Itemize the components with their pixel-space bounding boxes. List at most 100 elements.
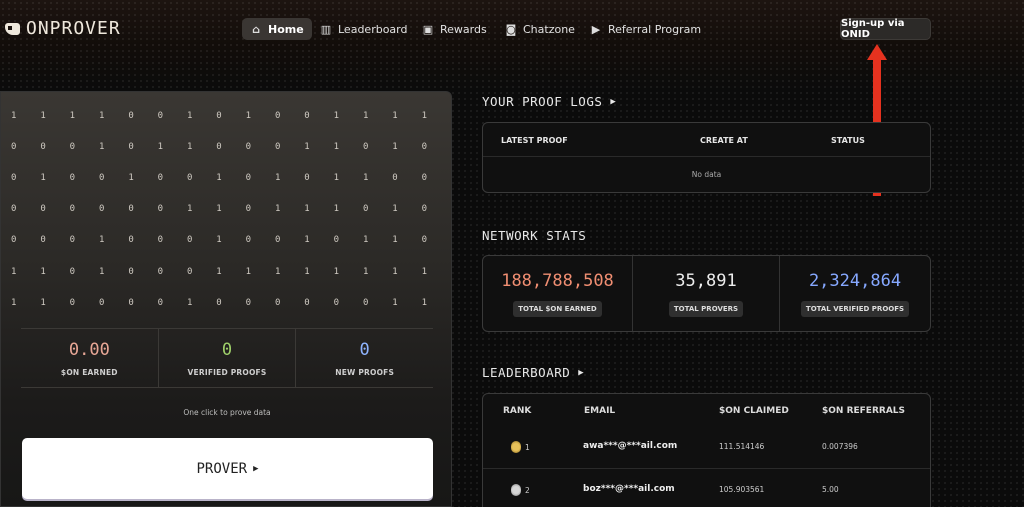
binary-digit: 1: [392, 110, 398, 121]
binary-digit: 0: [69, 235, 76, 246]
binary-grid: 1111001010011110001011000110100100100101…: [11, 100, 451, 318]
logo-text: ONPROVER: [26, 18, 121, 39]
prover-stats: 0.00 $ON EARNED 0 VERIFIED PROOFS 0 NEW …: [21, 328, 433, 388]
prover-hint: One click to prove data: [183, 408, 271, 417]
nav-item-leaderboard[interactable]: ▥ Leaderboard: [312, 18, 415, 40]
binary-digit: 0: [128, 204, 134, 215]
binary-digit: 0: [186, 266, 193, 277]
stat-value: 0.00: [68, 339, 110, 360]
rank-number: 1: [525, 442, 530, 452]
chat-icon: ◙: [505, 22, 517, 36]
prover-button[interactable]: PROVER ▶: [22, 438, 433, 499]
binary-digit: 1: [98, 266, 105, 277]
nav-item-label: Rewards: [440, 22, 487, 36]
binary-digit: 1: [392, 204, 398, 215]
nav-item-referral-program[interactable]: ▶ Referral Program: [582, 18, 709, 40]
binary-digit: 0: [245, 235, 252, 246]
binary-digit: 1: [216, 235, 222, 246]
binary-digit: 1: [333, 172, 340, 183]
binary-digit: 0: [69, 141, 76, 152]
stat-label: NEW PROOFS: [335, 367, 395, 377]
binary-digit: 1: [245, 110, 252, 121]
stat-label: $ON EARNED: [60, 367, 118, 377]
proof-logs-table: LATEST PROOF CREATE AT STATUS No data: [482, 122, 931, 193]
logo-icon: [5, 22, 20, 35]
stat-value: 35,891: [675, 270, 737, 291]
referrals-cell: 5.00: [822, 485, 839, 494]
network-stats-panel: 188,788,508 TOTAL $ON EARNED 35,891 TOTA…: [482, 255, 931, 332]
stat-value: 0: [221, 339, 233, 360]
logo[interactable]: ONPROVER: [5, 18, 121, 39]
leaderboard-title[interactable]: LEADERBOARD ▶: [482, 365, 584, 380]
binary-digit: 0: [333, 297, 340, 308]
nav-item-label: Referral Program: [608, 22, 702, 36]
binary-digit: 0: [98, 297, 105, 308]
binary-digit: 0: [11, 172, 17, 183]
binary-digit: 1: [304, 204, 310, 215]
table-row[interactable]: 1 awa***@***ail.com 111.514146 0.007396: [483, 428, 930, 468]
binary-digit: 0: [157, 110, 164, 121]
stat-verified-proofs: 0 VERIFIED PROOFS: [157, 329, 296, 387]
nav-item-home[interactable]: ⌂ Home: [242, 18, 312, 40]
binary-digit: 0: [245, 297, 252, 308]
binary-digit: 1: [362, 266, 369, 277]
binary-row: 0 0 0 0 0 0 1 1 0 1 1 1 0 1 0: [11, 194, 451, 225]
binary-digit: 0: [157, 235, 164, 246]
divider: [483, 468, 930, 469]
stat-new-proofs: 0 NEW PROOFS: [295, 329, 433, 387]
binary-row: 0 1 0 0 1 0 0 1 0 1 0 1 1 0 0: [11, 162, 451, 193]
binary-digit: 1: [40, 172, 46, 183]
proof-logs-title[interactable]: YOUR PROOF LOGS ▶: [482, 94, 616, 109]
rank-cell: 2: [511, 484, 530, 496]
binary-digit: 0: [245, 204, 252, 215]
column-header: $ON CLAIMED: [719, 406, 789, 416]
binary-digit: 0: [362, 204, 369, 215]
binary-digit: 1: [304, 266, 310, 277]
binary-digit: 0: [40, 235, 46, 246]
stat-label: VERIFIED PROOFS: [187, 367, 267, 377]
binary-digit: 0: [421, 172, 428, 183]
network-stats-title: NETWORK STATS: [482, 228, 586, 243]
referral-icon: ▶: [591, 22, 601, 36]
binary-digit: 0: [69, 172, 76, 183]
binary-digit: 0: [245, 141, 252, 152]
nav-item-label: Chatzone: [523, 22, 575, 36]
binary-digit: 1: [333, 204, 340, 215]
binary-digit: 1: [11, 266, 17, 277]
claimed-cell: 105.903561: [719, 485, 765, 494]
column-header: LATEST PROOF: [501, 136, 568, 145]
binary-digit: 0: [128, 297, 134, 308]
binary-digit: 0: [333, 235, 340, 246]
binary-digit: 1: [98, 110, 105, 121]
binary-row: 1 1 0 1 0 0 0 1 1 1 1 1 1 1 1: [11, 256, 451, 287]
binary-digit: 0: [216, 110, 222, 121]
binary-digit: 0: [69, 266, 76, 277]
leaderboard-icon: ▥: [320, 22, 332, 36]
binary-row: 0 0 0 1 0 1 1 0 0 0 1 1 0 1 0: [11, 131, 451, 162]
binary-digit: 0: [216, 297, 222, 308]
nav-item-label: Home: [268, 22, 304, 36]
binary-digit: 1: [98, 141, 105, 152]
binary-digit: 1: [304, 235, 310, 246]
stat-label: TOTAL VERIFIED PROOFS: [800, 300, 910, 317]
table-row[interactable]: 2 boz***@***ail.com 105.903561 5.00: [483, 471, 930, 507]
binary-digit: 1: [274, 204, 281, 215]
binary-digit: 0: [304, 110, 310, 121]
binary-digit: 0: [274, 235, 281, 246]
binary-digit: 1: [304, 141, 310, 152]
binary-digit: 0: [11, 235, 17, 246]
binary-digit: 0: [421, 204, 428, 215]
nav-item-rewards[interactable]: ▣ Rewards: [414, 18, 495, 40]
silver-medal-icon: [511, 484, 521, 496]
binary-digit: 0: [11, 204, 17, 215]
binary-digit: 0: [245, 172, 252, 183]
binary-digit: 0: [157, 172, 164, 183]
binary-digit: 0: [40, 141, 46, 152]
section-title-text: YOUR PROOF LOGS: [482, 94, 603, 109]
binary-digit: 0: [128, 266, 134, 277]
binary-digit: 1: [11, 297, 17, 308]
stat-label: TOTAL PROVERS: [668, 300, 744, 317]
binary-digit: 0: [157, 297, 164, 308]
signup-button[interactable]: Sign-up via ONID: [840, 18, 931, 40]
nav-item-chatzone[interactable]: ◙ Chatzone: [497, 18, 583, 40]
